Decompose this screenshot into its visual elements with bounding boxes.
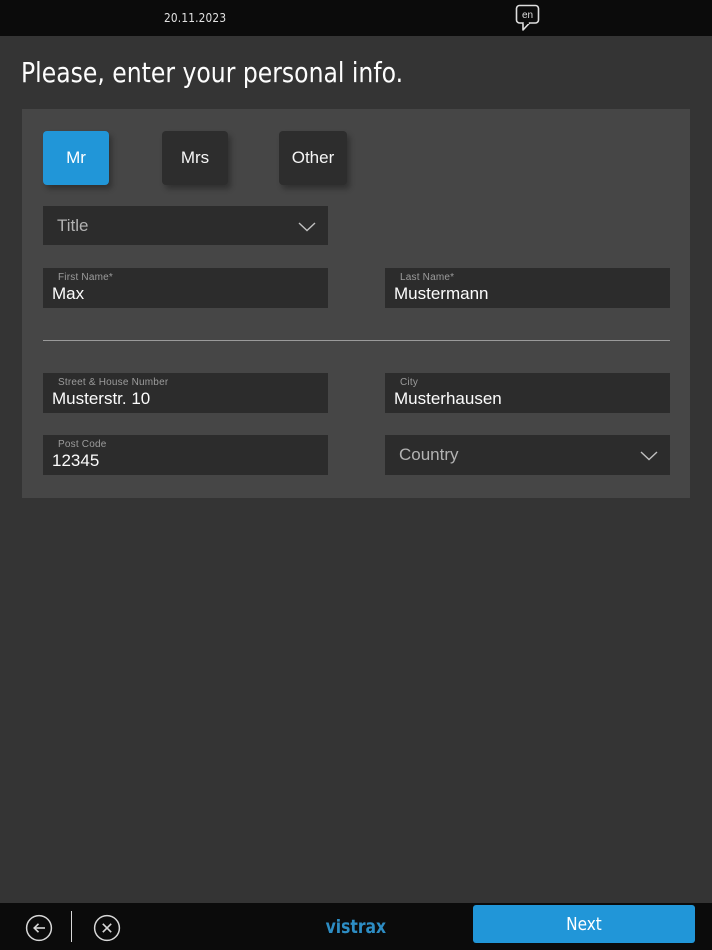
title-dropdown[interactable]: Title <box>43 206 328 245</box>
street-input[interactable] <box>43 388 328 413</box>
last-name-label: Last Name* <box>400 272 455 283</box>
last-name-input[interactable] <box>385 283 670 308</box>
speech-bubble-icon: en <box>515 4 540 31</box>
country-dropdown[interactable]: Country <box>385 435 670 475</box>
country-dropdown-placeholder: Country <box>399 445 459 464</box>
chevron-down-icon <box>640 451 658 461</box>
personal-info-card: Mr Mrs Other Title First Name* Last Name… <box>22 109 690 498</box>
first-name-label: First Name* <box>58 272 113 283</box>
top-bar: 20.11.2023 en <box>0 0 712 36</box>
page-title: Please, enter your personal info. <box>21 56 404 89</box>
salutation-button-mr[interactable]: Mr <box>43 131 109 185</box>
next-button-label: Next <box>566 913 602 935</box>
street-field[interactable]: Street & House Number <box>43 373 328 413</box>
close-icon <box>93 914 121 942</box>
post-code-label: Post Code <box>58 439 107 450</box>
title-dropdown-placeholder: Title <box>57 215 89 235</box>
kiosk-screen: 20.11.2023 en Please, enter your persona… <box>0 0 712 950</box>
salutation-mr-label: Mr <box>66 148 86 167</box>
section-divider <box>43 340 670 341</box>
first-name-input[interactable] <box>43 283 328 308</box>
language-toggle[interactable]: en <box>515 4 541 33</box>
chevron-down-icon <box>298 221 316 231</box>
cancel-button[interactable] <box>93 914 121 942</box>
salutation-other-label: Other <box>291 148 335 167</box>
city-field[interactable]: City <box>385 373 670 413</box>
post-code-field[interactable]: Post Code <box>43 435 328 475</box>
arrow-left-icon <box>25 914 53 942</box>
city-label: City <box>400 377 419 388</box>
footer-divider <box>71 911 72 942</box>
post-code-input[interactable] <box>43 450 328 475</box>
next-button[interactable]: Next <box>473 905 695 943</box>
svg-text:en: en <box>522 10 533 21</box>
brand-logo-text: vistrax <box>325 915 387 938</box>
street-label: Street & House Number <box>58 377 169 388</box>
back-button[interactable] <box>25 914 53 942</box>
city-input[interactable] <box>385 388 670 413</box>
salutation-button-mrs[interactable]: Mrs <box>162 131 228 185</box>
first-name-field[interactable]: First Name* <box>43 268 328 308</box>
salutation-button-other[interactable]: Other <box>279 131 347 185</box>
salutation-mrs-label: Mrs <box>180 148 210 167</box>
date-label: 20.11.2023 <box>164 11 227 25</box>
last-name-field[interactable]: Last Name* <box>385 268 670 308</box>
